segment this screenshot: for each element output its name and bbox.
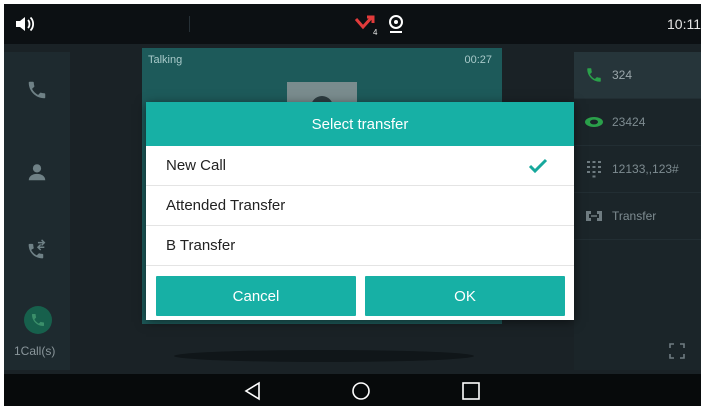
checkmark-icon: [528, 158, 548, 174]
back-icon[interactable]: [242, 381, 264, 401]
contacts-icon: [28, 164, 46, 181]
dialog-title: Select transfer: [146, 102, 574, 146]
status-divider: [189, 16, 190, 32]
line-label: 324: [612, 68, 633, 82]
missed-count: 4: [373, 28, 378, 36]
line-label: 23424: [612, 115, 646, 129]
option-label: New Call: [166, 157, 227, 174]
line-key-12133[interactable]: 12133,,123#: [574, 146, 701, 193]
rail-phone-button[interactable]: [4, 60, 70, 120]
ring-icon: [389, 15, 403, 33]
calls-indicator[interactable]: [24, 306, 52, 334]
nav-bar: [4, 374, 701, 406]
calls-count-label: 1Call(s): [14, 344, 56, 358]
recents-icon[interactable]: [460, 381, 482, 401]
line-key-324[interactable]: 324: [574, 52, 701, 99]
cancel-button[interactable]: Cancel: [156, 276, 356, 316]
dialpad-icon: [584, 160, 604, 178]
home-icon[interactable]: [350, 381, 372, 401]
option-label: Attended Transfer: [166, 197, 286, 214]
panel-shadow: [174, 350, 474, 362]
rail-contacts-button[interactable]: [4, 142, 70, 202]
handset-green-icon: [584, 113, 604, 131]
line-label: Transfer: [612, 209, 657, 223]
option-new-call[interactable]: New Call: [146, 146, 574, 186]
line-key-transfer[interactable]: Transfer: [574, 193, 701, 240]
rail-transfer-button[interactable]: [4, 220, 70, 280]
ok-button[interactable]: OK: [365, 276, 565, 316]
dialog-actions: Cancel OK: [146, 272, 574, 320]
transfer-key-icon: [584, 207, 604, 225]
select-transfer-dialog: Select transfer New Call Attended Transf…: [146, 102, 574, 320]
missed-call-icon: 4: [354, 15, 378, 36]
transfer-icon: [28, 239, 46, 259]
expand-icon[interactable]: [668, 342, 686, 360]
line-key-23424[interactable]: 23424: [574, 99, 701, 146]
screen: 4 10:11 1Call(s) Talking 00:27 324 23424…: [0, 0, 701, 406]
phone-icon: [28, 81, 46, 99]
status-time: 10:11: [667, 16, 701, 32]
call-status: Talking: [148, 54, 183, 66]
active-call-icon: [32, 314, 44, 326]
handset-icon: [584, 66, 604, 84]
call-timer: 00:27: [464, 54, 492, 66]
right-rail: 324 23424 12133,,123# Transfer: [574, 52, 701, 370]
left-rail: 1Call(s): [4, 52, 70, 370]
option-label: B Transfer: [166, 237, 236, 254]
line-label: 12133,,123#: [612, 162, 679, 176]
status-bar: 4 10:11: [4, 4, 701, 44]
phone-display: 4 10:11 1Call(s) Talking 00:27 324 23424…: [4, 4, 701, 406]
volume-icon: [16, 16, 35, 32]
option-b-transfer[interactable]: B Transfer: [146, 226, 574, 266]
option-attended-transfer[interactable]: Attended Transfer: [146, 186, 574, 226]
